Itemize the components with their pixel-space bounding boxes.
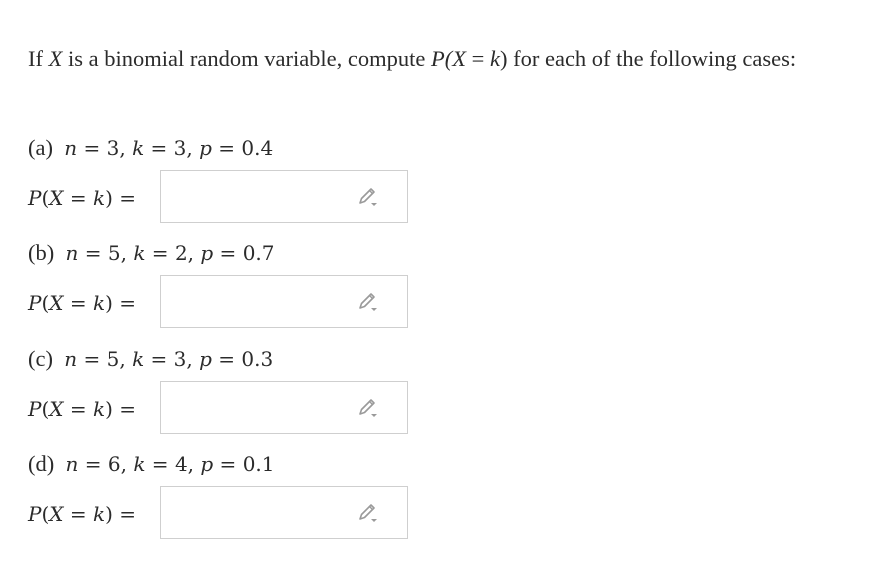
- answer-row: P(X = k) =: [28, 486, 428, 542]
- part-label: (a) n = 3, k = 3, p = 0.4: [28, 134, 628, 162]
- part-b: (b) n = 5, k = 2, p = 0.7 P(X = k) =: [28, 239, 628, 328]
- answer-input-b[interactable]: [167, 282, 351, 324]
- param-k: 3: [173, 347, 187, 371]
- part-c: (c) n = 5, k = 3, p = 0.3 P(X = k) =: [28, 345, 628, 434]
- intro-text: If: [28, 46, 49, 71]
- param-p: 0.4: [241, 136, 274, 160]
- part-parameters: n = 6, k = 4, p = 0.1: [65, 452, 275, 476]
- part-letter: (a): [28, 135, 53, 160]
- part-parameters: n = 5, k = 2, p = 0.7: [65, 241, 275, 265]
- intro-probability-x: X: [452, 46, 467, 71]
- part-parameters: n = 3, k = 3, p = 0.4: [64, 136, 274, 160]
- answer-box-a[interactable]: [160, 170, 408, 223]
- param-k: 4: [174, 452, 188, 476]
- pencil-icon[interactable]: [355, 289, 381, 315]
- intro-text: is a binomial random variable, compute: [62, 46, 432, 71]
- answer-label: P(X = k) =: [28, 397, 137, 421]
- part-label: (b) n = 5, k = 2, p = 0.7: [28, 239, 628, 267]
- intro-probability-k: k: [489, 46, 500, 71]
- answer-input-a[interactable]: [167, 177, 351, 219]
- param-n: 5: [107, 241, 121, 265]
- param-n: 3: [106, 136, 120, 160]
- part-letter: (b): [28, 240, 55, 265]
- answer-row: P(X = k) =: [28, 170, 428, 226]
- intro-probability: P(: [431, 46, 453, 71]
- pencil-icon[interactable]: [355, 395, 381, 421]
- part-letter: (d): [28, 451, 55, 476]
- part-d: (d) n = 6, k = 4, p = 0.1 P(X = k) =: [28, 450, 628, 539]
- param-p: 0.7: [242, 241, 275, 265]
- answer-row: P(X = k) =: [28, 275, 428, 331]
- part-parameters: n = 5, k = 3, p = 0.3: [64, 347, 274, 371]
- answer-box-d[interactable]: [160, 486, 408, 539]
- part-label: (d) n = 6, k = 4, p = 0.1: [28, 450, 628, 478]
- answer-input-d[interactable]: [167, 493, 351, 535]
- part-letter: (c): [28, 346, 53, 371]
- pencil-icon[interactable]: [355, 184, 381, 210]
- param-p: 0.1: [242, 452, 275, 476]
- answer-box-c[interactable]: [160, 381, 408, 434]
- answer-label: P(X = k) =: [28, 502, 137, 526]
- pencil-icon[interactable]: [355, 500, 381, 526]
- intro-variable: X: [48, 46, 63, 71]
- question-text: If X is a binomial random variable, comp…: [28, 40, 858, 77]
- param-k: 2: [174, 241, 188, 265]
- param-p: 0.3: [241, 347, 274, 371]
- answer-label: P(X = k) =: [28, 186, 137, 210]
- param-n: 6: [107, 452, 121, 476]
- param-n: 5: [106, 347, 120, 371]
- answer-row: P(X = k) =: [28, 381, 428, 437]
- intro-text: for each of the following cases:: [507, 46, 797, 71]
- answer-label: P(X = k) =: [28, 291, 137, 315]
- param-k: 3: [173, 136, 187, 160]
- answer-input-c[interactable]: [167, 388, 351, 430]
- answer-box-b[interactable]: [160, 275, 408, 328]
- intro-probability-eq: =: [466, 46, 490, 71]
- part-label: (c) n = 5, k = 3, p = 0.3: [28, 345, 628, 373]
- part-a: (a) n = 3, k = 3, p = 0.4 P(X = k) =: [28, 134, 628, 223]
